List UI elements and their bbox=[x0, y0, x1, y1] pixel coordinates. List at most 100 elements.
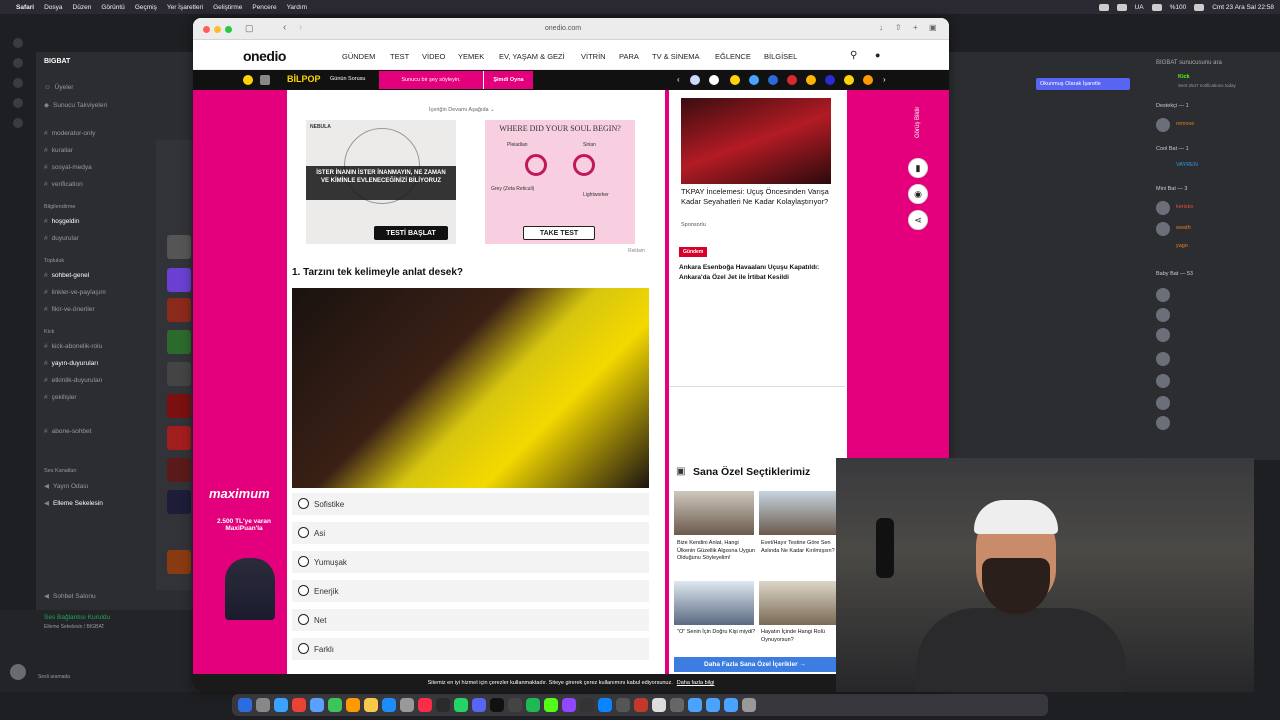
voice-channel[interactable]: ◀ Elleme Sekelesin bbox=[44, 499, 103, 507]
back-icon[interactable]: ‹ bbox=[283, 22, 286, 33]
take-test-button[interactable]: TAKE TEST bbox=[523, 226, 595, 240]
feedback-button[interactable]: Görüş Bildir bbox=[908, 98, 928, 146]
maximum-logo[interactable]: maximum bbox=[209, 486, 279, 501]
category-header[interactable]: Topluluk bbox=[44, 258, 64, 264]
nav-yemek[interactable]: YEMEK bbox=[458, 52, 484, 61]
terminal-icon[interactable] bbox=[436, 698, 450, 712]
folder-icon[interactable] bbox=[724, 698, 738, 712]
card-image[interactable] bbox=[759, 581, 839, 625]
obs-icon[interactable] bbox=[508, 698, 522, 712]
nav-ev-yasam-gezi[interactable]: EV, YAŞAM & GEZİ bbox=[499, 52, 565, 61]
menu-view[interactable]: Görüntü bbox=[101, 4, 125, 11]
kick-icon[interactable] bbox=[544, 698, 558, 712]
battery-percent[interactable]: %100 bbox=[1170, 4, 1187, 11]
status-icon[interactable] bbox=[1116, 3, 1127, 11]
settings-icon[interactable] bbox=[400, 698, 414, 712]
avatar[interactable] bbox=[1156, 288, 1170, 302]
card-image[interactable] bbox=[674, 581, 754, 625]
channel-item[interactable]: # moderator-only bbox=[44, 130, 95, 137]
category-icon[interactable] bbox=[690, 75, 700, 85]
nav-para[interactable]: PARA bbox=[619, 52, 639, 61]
nav-tv-sinema[interactable]: TV & SİNEMA bbox=[652, 52, 700, 61]
new-tab-icon[interactable]: + bbox=[913, 23, 918, 32]
bilpop-logo[interactable]: BİLPOP bbox=[287, 74, 321, 84]
channel-item[interactable]: # çekilişler bbox=[44, 394, 77, 401]
menu-file[interactable]: Dosya bbox=[44, 4, 62, 11]
avatar[interactable] bbox=[1156, 308, 1170, 322]
clock[interactable]: Cmt 23 Ara Sal 22:58 bbox=[1212, 4, 1274, 11]
add-server-icon[interactable] bbox=[13, 98, 23, 108]
answer-option[interactable]: Enerjik bbox=[292, 580, 649, 602]
category-header[interactable]: Ses Kanalları bbox=[44, 468, 77, 474]
cookie-more-link[interactable]: Daha fazla bilgi bbox=[677, 680, 715, 686]
chat-image[interactable] bbox=[167, 362, 191, 386]
chevron-left-icon[interactable]: ‹ bbox=[677, 75, 680, 84]
nav-gundem[interactable]: GÜNDEM bbox=[342, 52, 375, 61]
channel-boosts[interactable]: ◆ Sunucu Takviyeleri bbox=[44, 101, 107, 109]
channel-item[interactable]: # abone-sohbet bbox=[44, 428, 91, 435]
chevron-right-icon[interactable]: › bbox=[883, 75, 886, 84]
radio-icon[interactable] bbox=[298, 527, 309, 538]
safari-icon[interactable] bbox=[274, 698, 288, 712]
category-icon[interactable] bbox=[730, 75, 740, 85]
app-icon[interactable] bbox=[670, 698, 684, 712]
category-icon[interactable] bbox=[787, 75, 797, 85]
radio-icon[interactable] bbox=[298, 614, 309, 625]
spotify-icon[interactable] bbox=[526, 698, 540, 712]
url-bar[interactable]: onedio.com bbox=[413, 22, 713, 36]
answer-option[interactable]: Farklı bbox=[292, 638, 649, 660]
radio-icon[interactable] bbox=[298, 498, 309, 509]
avatar[interactable] bbox=[1156, 328, 1170, 342]
avatar[interactable] bbox=[1156, 222, 1170, 236]
nav-eglence[interactable]: EĞLENCE bbox=[715, 52, 751, 61]
chat-image[interactable] bbox=[167, 394, 191, 418]
explore-icon[interactable] bbox=[13, 118, 23, 128]
news-headline[interactable]: Ankara Esenboğa Havaalanı Uçuşu Kapatıld… bbox=[679, 263, 839, 283]
appstore-icon[interactable] bbox=[382, 698, 396, 712]
answer-option[interactable]: Asi bbox=[292, 522, 649, 544]
folder-icon[interactable] bbox=[688, 698, 702, 712]
minimize-icon[interactable] bbox=[214, 26, 221, 33]
play-now-button[interactable]: Şimdi Oyna bbox=[483, 71, 533, 89]
category-header[interactable]: Bilgilendirme bbox=[44, 204, 76, 210]
wifi-icon[interactable] bbox=[1151, 3, 1162, 11]
chat-image[interactable] bbox=[167, 298, 191, 322]
avatar[interactable] bbox=[1156, 416, 1170, 430]
tiktok-icon[interactable] bbox=[490, 698, 504, 712]
battery-icon[interactable] bbox=[1194, 3, 1205, 11]
avatar[interactable] bbox=[1156, 118, 1170, 132]
menu-edit[interactable]: Düzen bbox=[73, 4, 92, 11]
card-title[interactable]: Bize Kendini Anlat, Hangi Ülkenin Güzell… bbox=[677, 540, 757, 563]
answer-option[interactable]: Net bbox=[292, 609, 649, 631]
channel-item[interactable]: # hoşgeldin bbox=[44, 218, 79, 225]
channel-members[interactable]: ☺ Üyeler bbox=[44, 84, 73, 91]
forward-icon[interactable]: › bbox=[299, 22, 302, 33]
app-icon[interactable] bbox=[634, 698, 648, 712]
chat-image[interactable] bbox=[167, 458, 191, 482]
member-name[interactable]: kerisko bbox=[1176, 204, 1193, 210]
channel-item[interactable]: # yayın-duyuruları bbox=[44, 360, 98, 367]
server-icon[interactable] bbox=[13, 78, 23, 88]
status-icon[interactable] bbox=[1098, 3, 1109, 11]
search-icon[interactable]: ⚲ bbox=[850, 50, 857, 61]
channel-item[interactable]: # kick-abonelik-rolu bbox=[44, 343, 102, 350]
chat-image[interactable] bbox=[167, 550, 191, 574]
voice-channel[interactable]: ◀ Sohbet Salonu bbox=[44, 592, 96, 600]
category-icon[interactable] bbox=[825, 75, 835, 85]
card-title[interactable]: "O" Senin İçin Doğru Kişi miydi? bbox=[677, 629, 757, 637]
zoom-icon[interactable] bbox=[225, 26, 232, 33]
music-icon[interactable] bbox=[418, 698, 432, 712]
radio-icon[interactable] bbox=[298, 643, 309, 654]
sidebar-icon[interactable]: ▢ bbox=[245, 23, 254, 34]
twitch-icon[interactable] bbox=[562, 698, 576, 712]
category-badge[interactable]: Gündem bbox=[679, 247, 708, 257]
category-icon[interactable] bbox=[709, 75, 719, 85]
category-icon[interactable] bbox=[844, 75, 854, 85]
member-name[interactable]: remove bbox=[1176, 121, 1194, 127]
chat-image[interactable] bbox=[167, 426, 191, 450]
channel-item[interactable]: # sosyal-medya bbox=[44, 164, 92, 171]
notes-icon[interactable] bbox=[364, 698, 378, 712]
server-name[interactable]: BIGBAT bbox=[44, 58, 70, 65]
answer-option[interactable]: Sofistike bbox=[292, 493, 649, 515]
menu-develop[interactable]: Geliştirme bbox=[213, 4, 242, 11]
